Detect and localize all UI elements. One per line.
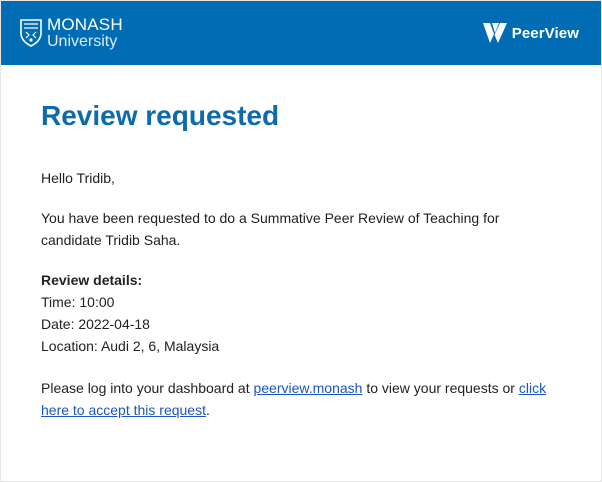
dashboard-link[interactable]: peerview.monash — [253, 380, 362, 396]
greeting-text: Hello Tridib, — [41, 170, 115, 186]
monash-shield-icon — [20, 19, 42, 47]
cta-text-before: Please log into your dashboard at — [41, 380, 254, 396]
cta-text-middle: to view your requests or — [362, 380, 519, 396]
cta-paragraph: Please log into your dashboard at peervi… — [41, 377, 561, 421]
details-location: Location: Audi 2, 6, Malaysia — [41, 338, 220, 354]
email-header: MONASH University PeerView — [1, 1, 601, 65]
details-heading: Review details: — [41, 272, 143, 288]
university-subtitle: University — [47, 33, 118, 50]
page-title: Review requested — [41, 100, 280, 131]
email-frame: MONASH University PeerView Review reques… — [0, 0, 602, 482]
university-name: MONASH — [47, 15, 123, 34]
monash-logo: MONASH University — [20, 16, 123, 50]
peerview-logo: PeerView — [482, 22, 579, 44]
cta-text-after: . — [206, 402, 210, 418]
peerview-logo-icon — [482, 23, 507, 43]
product-name: PeerView — [511, 24, 579, 42]
intro-text: You have been requested to do a Summativ… — [41, 210, 500, 248]
details-date: Date: 2022-04-18 — [41, 316, 150, 332]
email-body: Review requested Hello Tridib, You have … — [1, 99, 601, 421]
details-time: Time: 10:00 — [41, 294, 115, 310]
